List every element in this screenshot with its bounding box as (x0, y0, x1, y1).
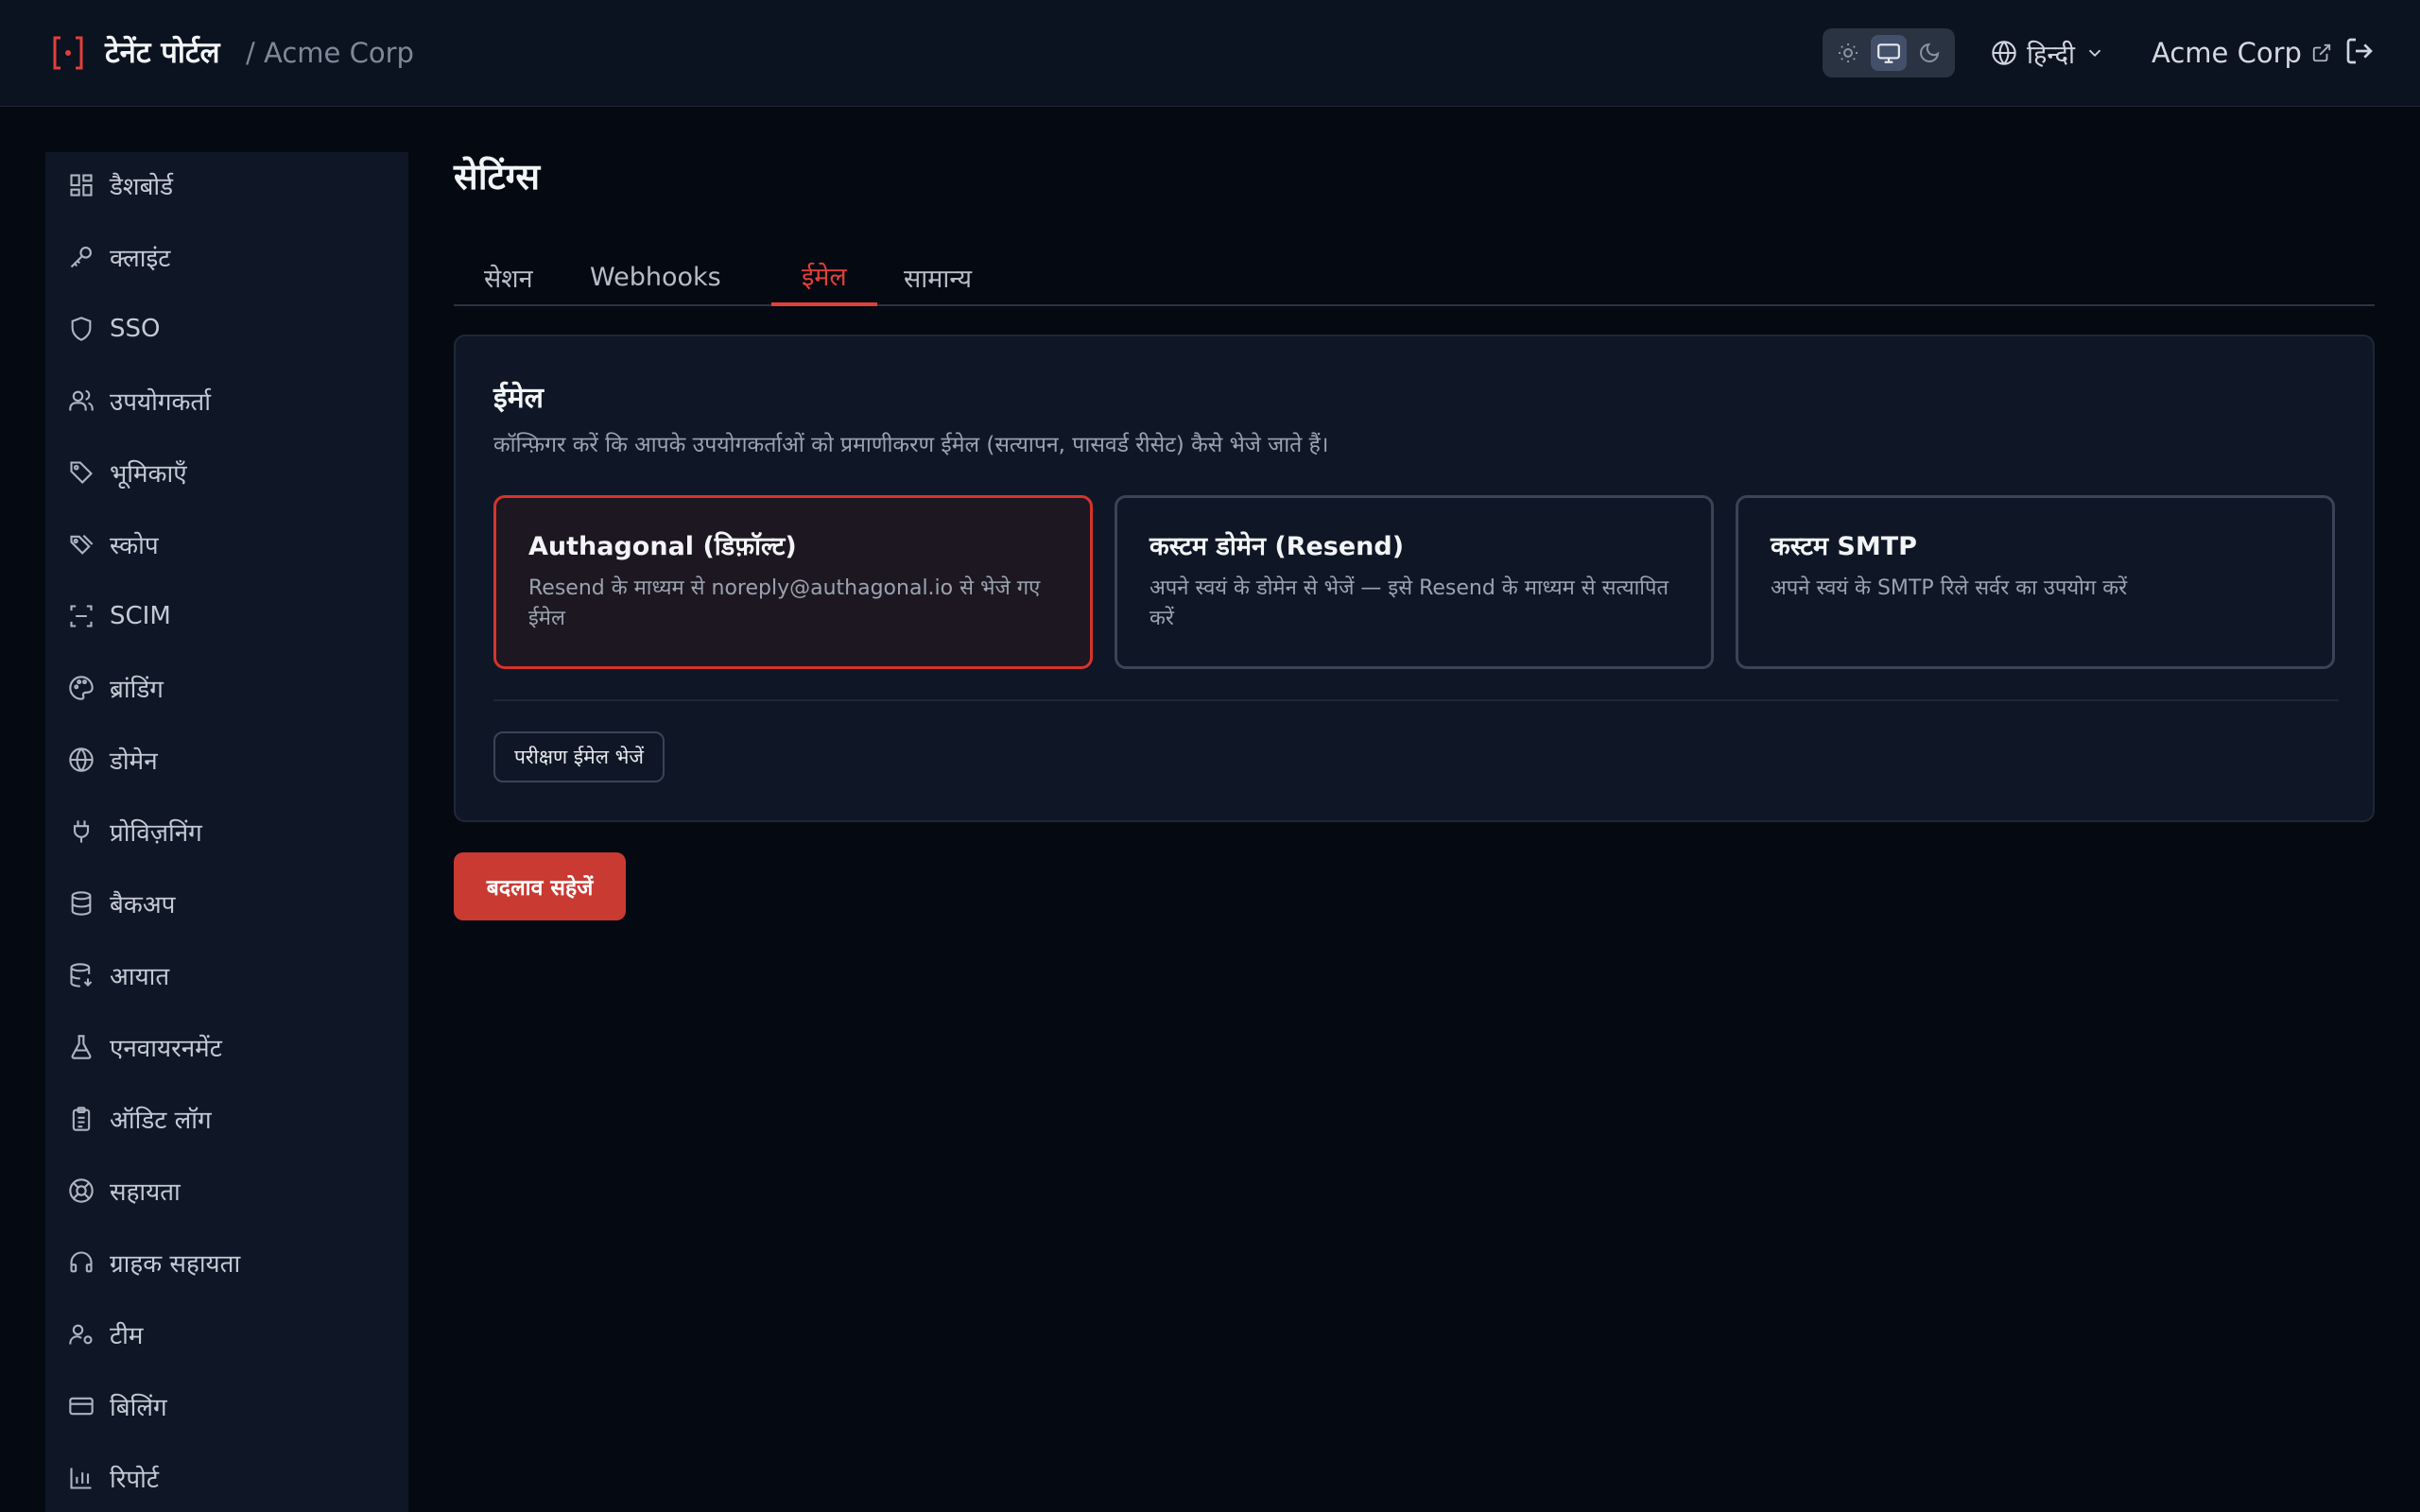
flask-icon (66, 1032, 96, 1062)
external-link-icon (2311, 43, 2332, 63)
tenant-link-label: Acme Corp (2152, 37, 2302, 69)
card-title: ईमेल (493, 382, 544, 415)
tag-icon (66, 457, 96, 488)
globe-icon (1991, 40, 2017, 66)
sidebar-item-label: टीम (110, 1322, 144, 1350)
settings-tabs: सेशन Webhooks ईमेल सामान्य (454, 248, 2375, 306)
sidebar-item-clients[interactable]: क्लाइंट (66, 234, 170, 280)
card-divider (493, 699, 2339, 701)
theme-toggle (1823, 28, 1955, 77)
chevron-down-icon (2084, 43, 2105, 63)
headset-icon (66, 1247, 96, 1278)
email-option-custom-smtp[interactable]: कस्टम SMTP अपने स्वयं के SMTP रिले सर्वर… (1736, 495, 2335, 669)
monitor-icon[interactable] (1870, 35, 1907, 71)
sidebar-item-label: प्रोविज़निंग (110, 819, 202, 848)
dashboard-icon (66, 170, 96, 200)
sidebar-item-roles[interactable]: भूमिकाएँ (66, 450, 187, 495)
sidebar-item-label: उपयोगकर्ता (110, 388, 211, 417)
sidebar-item-backup[interactable]: बैकअप (66, 881, 175, 926)
email-option-authagonal-default[interactable]: Authagonal (डिफ़ॉल्ट) Resend के माध्यम स… (493, 495, 1093, 669)
save-changes-button[interactable]: बदलाव सहेजें (454, 852, 626, 920)
sidebar-item-label: क्लाइंट (110, 245, 171, 273)
option-description: Resend के माध्यम से noreply@authagonal.i… (528, 576, 1041, 630)
tab-general[interactable]: सामान्य (873, 248, 1002, 306)
clipboard-icon (66, 1104, 96, 1134)
card-description: कॉन्फ़िगर करें कि आपके उपयोगकर्ताओं को प… (493, 433, 1329, 457)
sidebar-item-team[interactable]: टीम (66, 1312, 143, 1357)
scan-icon (66, 601, 96, 631)
lifebuoy-icon (66, 1176, 96, 1206)
sidebar-item-label: बैकअप (110, 891, 176, 919)
app-title[interactable]: टेनेंट पोर्टल (105, 34, 220, 72)
tab-session[interactable]: सेशन (454, 248, 563, 306)
sidebar-item-reports[interactable]: रिपोर्ट (66, 1455, 159, 1501)
sidebar-item-provisioning[interactable]: प्रोविज़निंग (66, 809, 202, 854)
sidebar-item-label: रिपोर्ट (110, 1466, 159, 1494)
sidebar-item-label: डैशबोर्ड (110, 173, 174, 201)
send-test-email-button[interactable]: परीक्षण ईमेल भेजें (493, 731, 665, 782)
sidebar-item-label: सहायता (110, 1178, 181, 1207)
sidebar-item-label: ब्रांडिंग (110, 676, 164, 704)
top-header: टेनेंट पोर्टल / Acme Corp हिन्दी Acme Co… (0, 0, 2420, 107)
sidebar-item-billing[interactable]: बिलिंग (66, 1383, 167, 1429)
sidebar-item-label: SSO (110, 315, 161, 343)
sidebar-item-label: आयात (110, 963, 170, 991)
sidebar-item-audit-log[interactable]: ऑडिट लॉग (66, 1096, 212, 1142)
sidebar-item-branding[interactable]: ब्रांडिंग (66, 665, 164, 711)
option-title: कस्टम SMTP (1771, 532, 1917, 561)
key-icon (66, 242, 96, 272)
moon-icon[interactable] (1911, 35, 1947, 71)
language-label: हिन्दी (2027, 40, 2076, 70)
sidebar-nav: डैशबोर्ड क्लाइंट SSO उपयोगकर्ता भूमिकाएँ… (45, 152, 408, 1512)
sidebar-item-label: बिलिंग (110, 1394, 167, 1422)
sidebar-item-label: डोमेन (110, 747, 158, 776)
sidebar-item-label: SCIM (110, 602, 171, 630)
sun-icon[interactable] (1830, 35, 1866, 71)
sidebar-item-help[interactable]: सहायता (66, 1168, 181, 1213)
sidebar-item-domains[interactable]: डोमेन (66, 737, 158, 782)
sidebar-item-scim[interactable]: SCIM (66, 593, 171, 639)
tenant-external-link[interactable]: Acme Corp (2152, 34, 2332, 72)
sidebar-item-users[interactable]: उपयोगकर्ता (66, 378, 211, 423)
sidebar-item-environments[interactable]: एनवायरनमेंट (66, 1024, 222, 1070)
email-option-custom-domain[interactable]: कस्टम डोमेन (Resend) अपने स्वयं के डोमेन… (1115, 495, 1714, 669)
sidebar-item-scopes[interactable]: स्कोप (66, 522, 159, 567)
tab-webhooks[interactable]: Webhooks (560, 248, 752, 306)
sidebar-item-import[interactable]: आयात (66, 953, 169, 998)
globe-icon (66, 745, 96, 775)
page-title: सेटिंग्स (454, 156, 541, 198)
palette-icon (66, 673, 96, 703)
brand-logo-icon (51, 34, 85, 72)
sidebar-item-label: ग्राहक सहायता (110, 1250, 241, 1279)
database-import-icon (66, 960, 96, 990)
sidebar-item-dashboard[interactable]: डैशबोर्ड (66, 163, 173, 208)
shield-icon (66, 314, 96, 344)
option-description: अपने स्वयं के SMTP रिले सर्वर का उपयोग क… (1771, 576, 2128, 600)
sidebar-item-label: ऑडिट लॉग (110, 1107, 212, 1135)
credit-card-icon (66, 1391, 96, 1421)
logout-icon[interactable] (2344, 36, 2378, 70)
plug-icon (66, 816, 96, 847)
tenant-breadcrumb: / Acme Corp (246, 37, 414, 69)
sidebar-item-label: भूमिकाएँ (110, 460, 187, 489)
bar-chart-icon (66, 1463, 96, 1493)
language-selector[interactable]: हिन्दी (1991, 34, 2105, 72)
option-title: Authagonal (डिफ़ॉल्ट) (528, 532, 797, 561)
option-description: अपने स्वयं के डोमेन से भेजें — इसे Resen… (1150, 576, 1669, 630)
email-settings-card: ईमेल कॉन्फ़िगर करें कि आपके उपयोगकर्ताओं… (454, 335, 2375, 822)
option-title: कस्टम डोमेन (Resend) (1150, 532, 1405, 561)
sidebar-item-customer-support[interactable]: ग्राहक सहायता (66, 1240, 240, 1285)
database-icon (66, 888, 96, 919)
sidebar-item-label: एनवायरनमेंट (110, 1035, 222, 1063)
tab-email[interactable]: ईमेल (771, 248, 877, 306)
sidebar-item-sso[interactable]: SSO (66, 306, 160, 352)
user-cog-icon (66, 1319, 96, 1349)
sidebar-item-label: स्कोप (110, 532, 159, 560)
tags-icon (66, 529, 96, 559)
users-icon (66, 386, 96, 416)
